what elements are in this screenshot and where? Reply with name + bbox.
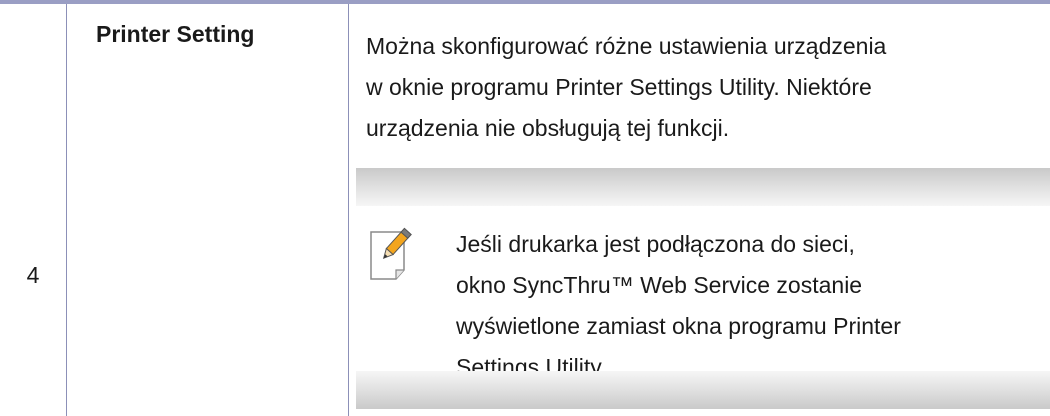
note-top-bar — [356, 168, 1050, 206]
settings-table: 4 Printer Setting Można skonfigurować ró… — [0, 0, 1050, 416]
note-pencil-icon — [370, 227, 412, 280]
feature-name: Printer Setting — [96, 21, 255, 47]
row-number: 4 — [26, 262, 40, 288]
column-divider — [66, 4, 67, 416]
column-divider — [348, 4, 349, 416]
note-bottom-bar — [356, 371, 1050, 409]
note-box: Jeśli drukarka jest podłączona do sieci,… — [356, 168, 1050, 409]
note-text: Jeśli drukarka jest podłączona do sieci,… — [456, 231, 901, 380]
feature-description: Można skonfigurować różne ustawienia urz… — [366, 33, 887, 141]
table-top-border — [0, 0, 1050, 4]
